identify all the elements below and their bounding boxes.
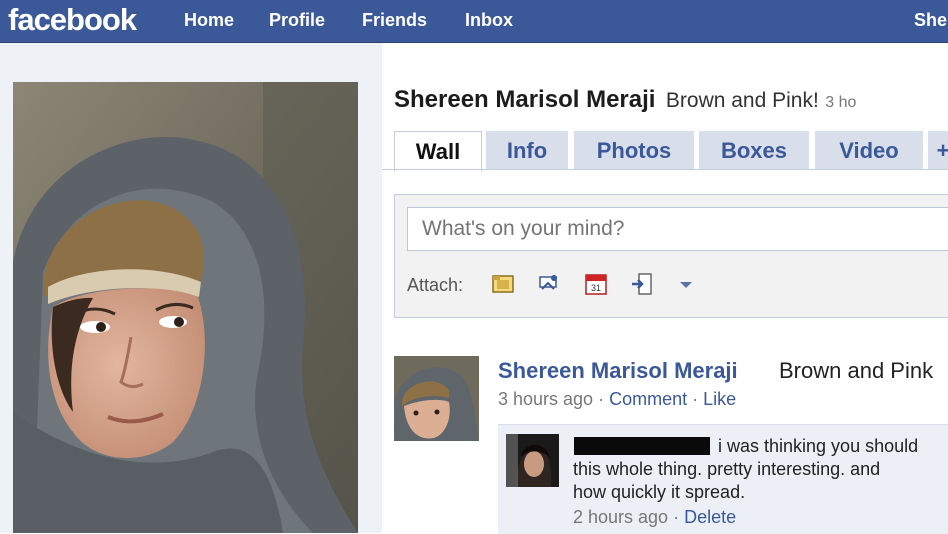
profile-photo[interactable] [13, 82, 358, 533]
profile-status: Brown and Pink! [665, 89, 819, 112]
facebook-logo[interactable]: facebook [8, 2, 137, 38]
comment-text-line-2: this whole thing. pretty interesting. an… [573, 459, 881, 479]
status-input[interactable] [407, 207, 948, 251]
nav-inbox[interactable]: Inbox [465, 10, 513, 31]
top-nav-bar: facebook Home Profile Friends Inbox She [0, 0, 948, 43]
comment-meta: 2 hours ago · Delete [573, 507, 736, 528]
post-author-link[interactable]: Shereen Marisol Meraji [498, 358, 738, 384]
profile-name: Shereen Marisol Meraji [394, 86, 656, 113]
comment-author-avatar[interactable] [506, 434, 559, 487]
svg-text:31: 31 [591, 283, 601, 293]
nav-home[interactable]: Home [184, 10, 234, 31]
post-author-avatar[interactable] [394, 356, 479, 441]
tab-wall[interactable]: Wall [394, 131, 482, 172]
share-icon[interactable] [629, 271, 655, 297]
post-meta: 3 hours ago · Comment · Like [498, 389, 736, 410]
tab-info[interactable]: Info [486, 131, 568, 169]
post-text: Brown and Pink [779, 358, 934, 383]
meta-separator: · [673, 507, 680, 527]
like-link[interactable]: Like [703, 389, 736, 409]
profile-header: Shereen Marisol Meraji Brown and Pink! 3… [394, 86, 856, 114]
avatar-image [394, 356, 479, 441]
photo-icon[interactable] [490, 271, 516, 297]
tab-add[interactable]: + [928, 131, 948, 169]
dropdown-arrow-icon[interactable] [675, 271, 697, 297]
post-time: 3 hours ago [498, 389, 594, 409]
tab-video[interactable]: Video [815, 131, 923, 169]
tab-photos[interactable]: Photos [574, 131, 694, 169]
profile-photo-image [13, 82, 358, 533]
status-time: 3 ho [825, 94, 857, 111]
link-icon[interactable] [536, 271, 562, 297]
attach-label: Attach: [407, 275, 464, 295]
tab-boxes[interactable]: Boxes [699, 131, 809, 169]
publisher-box: Attach: 31 [394, 194, 948, 318]
comment-link[interactable]: Comment [609, 389, 687, 409]
nav-friends[interactable]: Friends [362, 10, 427, 31]
comment-text-line-3: how quickly it spread. [573, 482, 746, 502]
meta-separator: · [598, 389, 605, 409]
nav-profile[interactable]: Profile [269, 10, 325, 31]
meta-separator: · [692, 389, 699, 409]
comment-text-line-1: i was thinking you should [718, 436, 919, 456]
commenter-image [506, 434, 559, 487]
event-icon[interactable]: 31 [583, 271, 609, 297]
comment-time: 2 hours ago [573, 507, 669, 527]
tabs-divider [382, 169, 948, 170]
nav-user-name[interactable]: She [914, 10, 947, 31]
delete-link[interactable]: Delete [684, 507, 736, 527]
redacted-commenter-name [574, 437, 710, 455]
